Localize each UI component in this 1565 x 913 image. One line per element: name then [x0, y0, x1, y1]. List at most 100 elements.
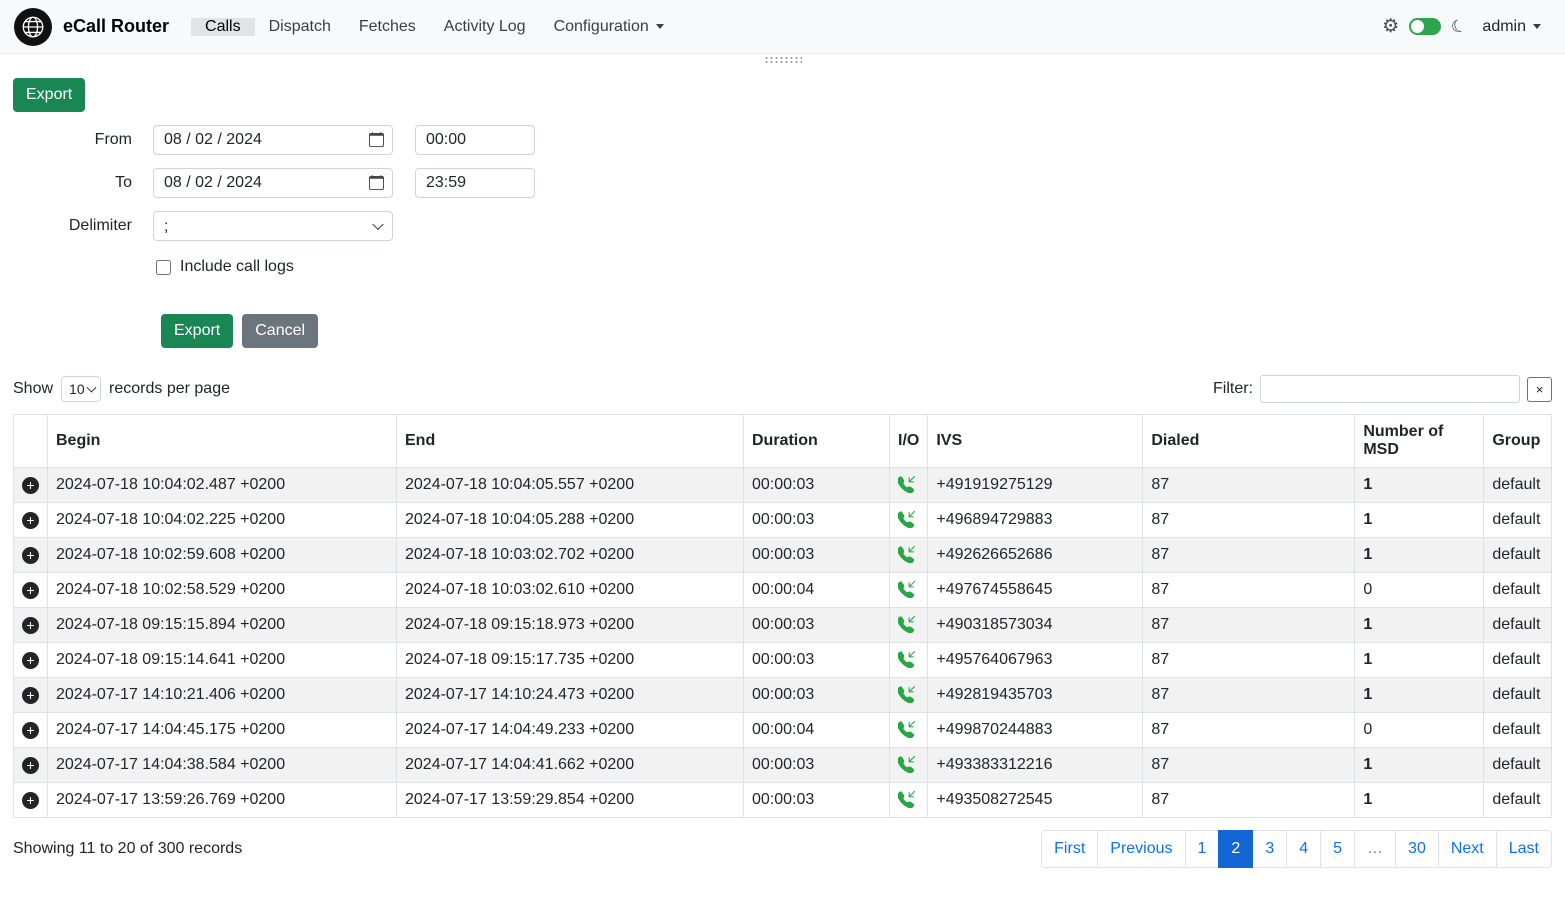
pagination-page-5[interactable]: 5: [1320, 830, 1355, 868]
io-cell: [890, 538, 928, 573]
pagination-next[interactable]: Next: [1438, 830, 1497, 868]
col-group[interactable]: Group: [1484, 415, 1552, 468]
moon-icon[interactable]: ☾: [1449, 16, 1469, 37]
msd-value: 0: [1355, 573, 1484, 608]
expand-row-icon[interactable]: [22, 687, 39, 704]
pagination-first[interactable]: First: [1041, 830, 1098, 868]
io-cell: [890, 748, 928, 783]
include-call-logs-checkbox[interactable]: [156, 260, 171, 275]
main-nav: Calls Dispatch Fetches Activity Log Conf…: [191, 18, 678, 36]
pagination-previous[interactable]: Previous: [1097, 830, 1185, 868]
phone-incoming-icon: [898, 511, 915, 528]
nav-item-calls[interactable]: Calls: [191, 18, 255, 36]
nav-item-fetches[interactable]: Fetches: [345, 18, 430, 36]
phone-incoming-icon: [898, 756, 915, 773]
brand-title: eCall Router: [63, 16, 169, 37]
nav-item-activity-log[interactable]: Activity Log: [430, 18, 540, 36]
end-cell: 2024-07-18 10:03:02.702 +0200: [397, 538, 744, 573]
phone-incoming-icon: [898, 791, 915, 808]
nav-item-dispatch[interactable]: Dispatch: [255, 18, 345, 36]
group-cell: default: [1484, 538, 1552, 573]
msd-value: 1: [1355, 643, 1484, 678]
resize-handle[interactable]: [764, 56, 802, 63]
group-cell: default: [1484, 713, 1552, 748]
expand-row-icon[interactable]: [22, 547, 39, 564]
expand-row-icon[interactable]: [22, 757, 39, 774]
ivs-cell: +495764067963: [928, 643, 1143, 678]
include-call-logs-label: Include call logs: [180, 258, 294, 276]
pagination-page-4[interactable]: 4: [1286, 830, 1321, 868]
end-cell: 2024-07-18 09:15:18.973 +0200: [397, 608, 744, 643]
user-name: admin: [1482, 18, 1526, 36]
duration-cell: 00:00:03: [744, 678, 890, 713]
to-date-input[interactable]: [153, 168, 393, 198]
expand-row-icon[interactable]: [22, 652, 39, 669]
pagination-page-2[interactable]: 2: [1218, 830, 1253, 868]
io-cell: [890, 678, 928, 713]
page-size-select[interactable]: 10: [61, 376, 101, 402]
duration-cell: 00:00:03: [744, 608, 890, 643]
user-menu[interactable]: admin: [1482, 18, 1541, 36]
col-begin[interactable]: Begin: [48, 415, 397, 468]
from-date-input[interactable]: [153, 125, 393, 155]
pagination-ellipsis: …: [1354, 830, 1396, 868]
ivs-cell: +492626652686: [928, 538, 1143, 573]
phone-incoming-icon: [898, 581, 915, 598]
msd-value: 1: [1355, 608, 1484, 643]
export-submit-button[interactable]: Export: [161, 314, 233, 348]
end-cell: 2024-07-17 13:59:29.854 +0200: [397, 783, 744, 818]
col-duration[interactable]: Duration: [744, 415, 890, 468]
expand-row-icon[interactable]: [22, 582, 39, 599]
expand-row-icon[interactable]: [22, 477, 39, 494]
expand-row-icon[interactable]: [22, 722, 39, 739]
col-io[interactable]: I/O: [890, 415, 928, 468]
to-time-input[interactable]: [415, 168, 535, 198]
records-summary: Showing 11 to 20 of 300 records: [13, 840, 242, 858]
filter-input[interactable]: [1260, 375, 1520, 403]
msd-value: 1: [1355, 748, 1484, 783]
expand-row-icon[interactable]: [22, 617, 39, 634]
ivs-cell: +490318573034: [928, 608, 1143, 643]
clear-filter-button[interactable]: ×: [1527, 377, 1552, 402]
from-time-input[interactable]: [415, 125, 535, 155]
begin-cell: 2024-07-18 10:04:02.487 +0200: [48, 468, 397, 503]
ivs-cell: +493383312216: [928, 748, 1143, 783]
group-cell: default: [1484, 573, 1552, 608]
phone-incoming-icon: [898, 546, 915, 563]
end-cell: 2024-07-18 10:03:02.610 +0200: [397, 573, 744, 608]
table-row: 2024-07-18 10:04:02.487 +0200 2024-07-18…: [14, 468, 1552, 503]
duration-cell: 00:00:03: [744, 748, 890, 783]
top-navbar: eCall Router Calls Dispatch Fetches Acti…: [0, 0, 1565, 54]
calls-table: Begin End Duration I/O IVS Dialed Number…: [13, 414, 1552, 818]
dialed-cell: 87: [1143, 608, 1355, 643]
end-cell: 2024-07-17 14:10:24.473 +0200: [397, 678, 744, 713]
table-row: 2024-07-18 09:15:15.894 +0200 2024-07-18…: [14, 608, 1552, 643]
dialed-cell: 87: [1143, 783, 1355, 818]
msd-value: 1: [1355, 678, 1484, 713]
group-cell: default: [1484, 468, 1552, 503]
ivs-cell: +493508272545: [928, 783, 1143, 818]
delimiter-select[interactable]: ;: [153, 211, 393, 241]
export-open-button[interactable]: Export: [13, 78, 85, 112]
gear-icon[interactable]: ⚙: [1382, 17, 1399, 36]
duration-cell: 00:00:04: [744, 573, 890, 608]
begin-cell: 2024-07-18 09:15:14.641 +0200: [48, 643, 397, 678]
pagination-last[interactable]: Last: [1496, 830, 1552, 868]
col-dialed[interactable]: Dialed: [1143, 415, 1355, 468]
pagination-page-30[interactable]: 30: [1395, 830, 1439, 868]
theme-toggle[interactable]: [1409, 18, 1441, 35]
cancel-button[interactable]: Cancel: [242, 314, 318, 348]
col-ivs[interactable]: IVS: [928, 415, 1143, 468]
begin-cell: 2024-07-18 10:02:58.529 +0200: [48, 573, 397, 608]
col-end[interactable]: End: [397, 415, 744, 468]
pagination-page-3[interactable]: 3: [1252, 830, 1287, 868]
expand-row-icon[interactable]: [22, 512, 39, 529]
dialed-cell: 87: [1143, 643, 1355, 678]
end-cell: 2024-07-17 14:04:49.233 +0200: [397, 713, 744, 748]
expand-row-icon[interactable]: [22, 792, 39, 809]
col-msd[interactable]: Number of MSD: [1355, 415, 1484, 468]
nav-item-configuration[interactable]: Configuration: [540, 18, 678, 36]
toggle-knob: [1411, 20, 1424, 33]
dialed-cell: 87: [1143, 503, 1355, 538]
pagination-page-1[interactable]: 1: [1185, 830, 1220, 868]
